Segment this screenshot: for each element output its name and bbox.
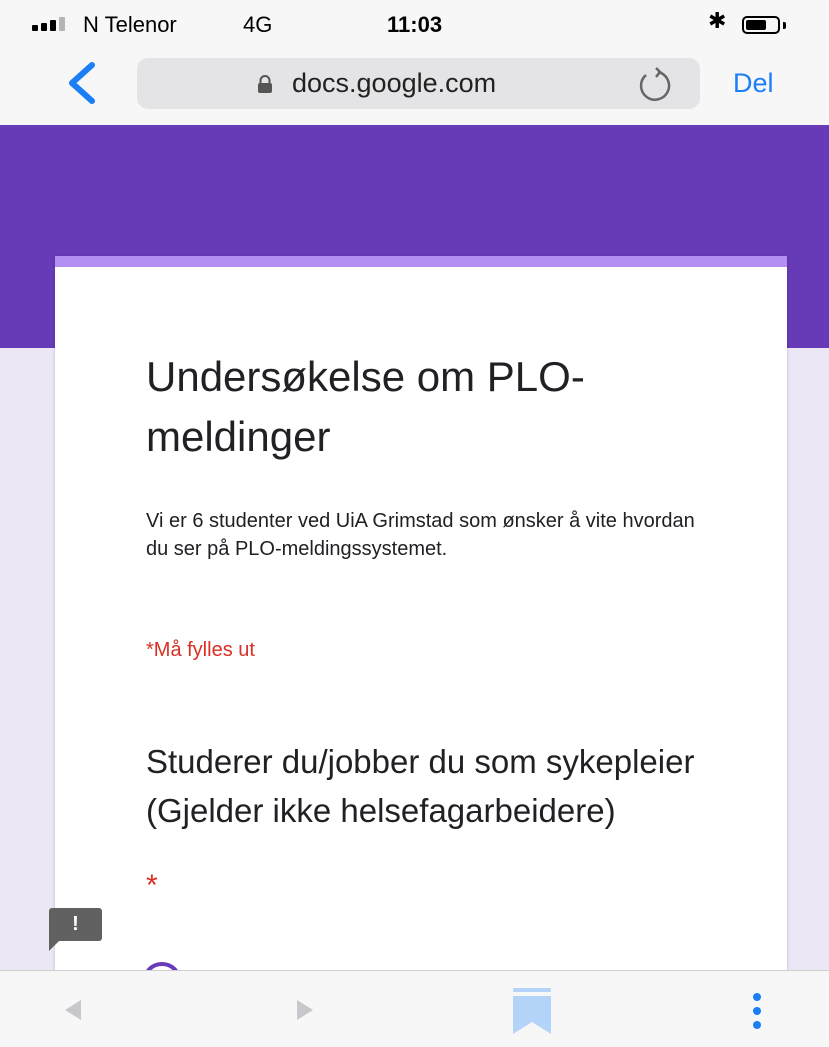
battery-tip bbox=[783, 22, 786, 29]
more-icon[interactable] bbox=[750, 991, 764, 1031]
question-title: Studerer du/jobber du som sykepleier (Gj… bbox=[146, 743, 695, 829]
network-type: 4G bbox=[243, 12, 273, 37]
address-bar[interactable]: docs.google.com bbox=[137, 58, 700, 109]
required-asterisk: * bbox=[146, 869, 158, 902]
form-description: Vi er 6 studenter ved UiA Grimstad som ø… bbox=[146, 510, 695, 560]
battery-icon bbox=[742, 16, 780, 34]
bluetooth-icon: ✱ bbox=[708, 8, 727, 33]
clock: 11:03 bbox=[387, 12, 443, 37]
required-note: *Må fylles ut bbox=[146, 639, 255, 661]
form-title: Undersøkelse om PLO-meldinger bbox=[146, 353, 585, 460]
carrier-name: N Telenor bbox=[83, 12, 177, 37]
browser-toolbar bbox=[0, 970, 829, 1047]
reload-icon[interactable] bbox=[636, 66, 674, 104]
lock-icon bbox=[258, 75, 272, 93]
browser-nav-bar: docs.google.com Del bbox=[0, 48, 829, 125]
signal-icon bbox=[32, 17, 65, 31]
back-chevron-icon[interactable] bbox=[62, 60, 102, 106]
feedback-button[interactable]: ! bbox=[49, 908, 102, 951]
share-button[interactable]: Del bbox=[733, 68, 774, 99]
status-bar: N Telenor 4G 11:03 ✱ bbox=[0, 0, 829, 48]
back-arrow-icon[interactable] bbox=[63, 999, 83, 1021]
feedback-icon: ! bbox=[72, 913, 79, 935]
bookmarks-icon[interactable] bbox=[513, 988, 551, 1034]
form-card: Undersøkelse om PLO-meldinger Vi er 6 st… bbox=[55, 256, 787, 1002]
url-text: docs.google.com bbox=[292, 68, 497, 98]
forward-arrow-icon[interactable] bbox=[295, 999, 315, 1021]
